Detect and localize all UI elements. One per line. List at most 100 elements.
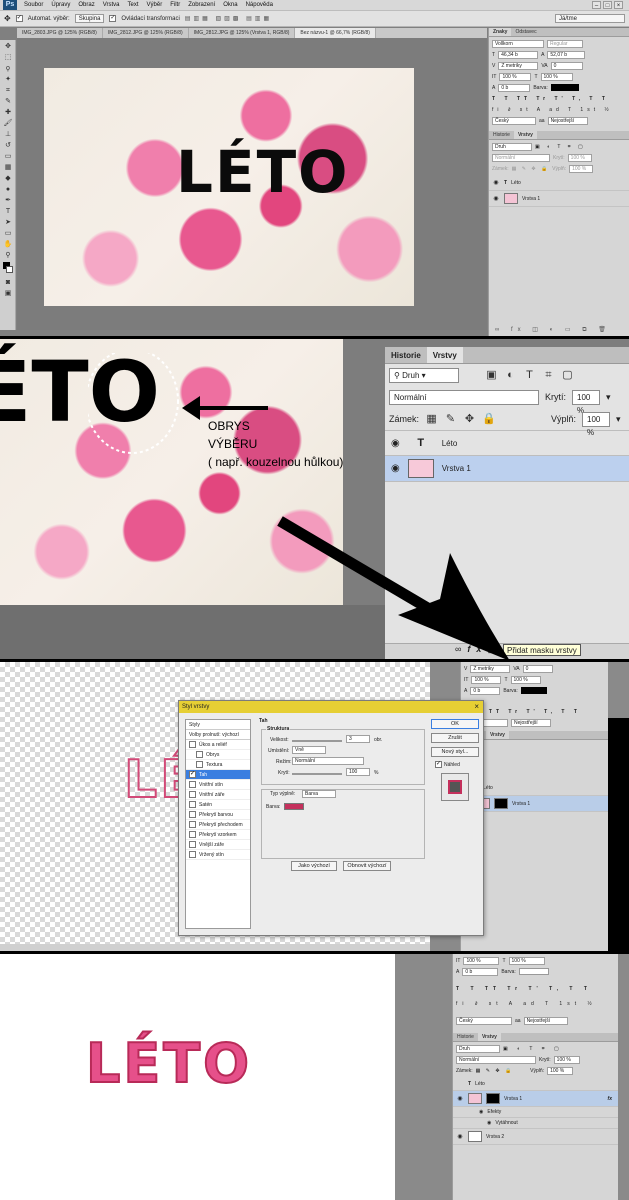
stroke-color-swatch[interactable] — [284, 803, 304, 810]
minimize-icon[interactable]: – — [592, 1, 601, 9]
doc-tab-1[interactable]: IMG_2803.JPG @ 125% (RGB/8) — [17, 28, 103, 38]
effect-checkbox[interactable] — [189, 831, 196, 838]
baseline-field[interactable]: 0 b — [462, 967, 499, 976]
dialog-close-icon[interactable]: × — [474, 701, 479, 713]
opacity-field[interactable]: 100 % — [553, 1055, 580, 1064]
visibility-eye-icon[interactable]: ◉ — [391, 463, 400, 474]
doc-tab-2[interactable]: IMG_2812.JPG @ 125% (RGB/8) — [103, 28, 189, 38]
opentype-icons[interactable]: fi ∂ st A ad T 1st ½ — [456, 1001, 597, 1007]
tracking-field[interactable]: Z metriky — [470, 664, 511, 673]
menu-select[interactable]: Výběr — [143, 2, 167, 8]
canvas-text-leto[interactable]: LÉTO — [176, 138, 349, 206]
menu-window[interactable]: Okna — [219, 2, 241, 8]
eraser-icon[interactable]: ▭ — [2, 152, 14, 161]
visibility-eye-icon[interactable]: ◉ — [456, 1133, 464, 1140]
visibility-eye-icon[interactable]: ◉ — [492, 179, 500, 186]
text-color-swatch[interactable] — [550, 84, 579, 91]
stamp-icon[interactable]: ⊥ — [2, 130, 14, 139]
hand-icon[interactable]: ✋ — [2, 240, 14, 249]
menu-filter[interactable]: Filtr — [166, 2, 184, 8]
lock-all-icon[interactable]: 🔒 — [482, 413, 496, 426]
lock-icons[interactable]: ▦ ✎ ✥ 🔒 — [512, 166, 550, 172]
effects-eye-icon[interactable]: ◉ — [479, 1109, 483, 1115]
move-tool-icon[interactable]: ✥ — [4, 14, 11, 23]
effect-item-outer-glow[interactable]: Vnější záře — [186, 840, 250, 850]
opacity-field[interactable]: 100 % — [567, 153, 592, 162]
position-select[interactable]: Vně — [292, 746, 326, 754]
stroke-eye-icon[interactable]: ◉ — [487, 1120, 491, 1126]
menu-layer[interactable]: Vrstva — [99, 2, 124, 8]
doc-tab-3[interactable]: IMG_2812.JPG @ 125% (Vrstva 1, RGB/8) — [189, 28, 296, 38]
effect-item-stroke[interactable]: ✓ Tah — [186, 770, 250, 780]
lasso-icon[interactable]: ϙ — [2, 64, 14, 73]
effect-checkbox[interactable]: ✓ — [189, 771, 196, 778]
white-canvas[interactable]: LÉTO — [0, 954, 395, 1200]
path-select-icon[interactable]: ➤ — [2, 218, 14, 227]
leading-field[interactable]: 52,07 b — [547, 50, 586, 59]
layer-row-vrstva2[interactable]: ◉ Vrstva 2 — [453, 1129, 618, 1145]
fill-field[interactable]: 100 % — [547, 1066, 574, 1075]
filter-type-icon[interactable]: T — [523, 369, 536, 382]
menu-image[interactable]: Obraz — [74, 2, 98, 8]
effect-checkbox[interactable] — [189, 791, 196, 798]
effect-item-inner-glow[interactable]: Vnitřní záře — [186, 790, 250, 800]
layer-row-vrstva1[interactable]: ◉ Vrstva 1 — [489, 191, 629, 207]
filter-icons[interactable]: ▣ ◐ T ⌗ ▢ — [503, 1046, 563, 1052]
filter-pixel-icon[interactable]: ▣ — [485, 369, 498, 382]
effect-checkbox[interactable] — [189, 811, 196, 818]
ok-button[interactable]: OK — [431, 719, 479, 729]
effect-checkbox[interactable] — [189, 841, 196, 848]
magic-wand-icon[interactable]: ✦ — [2, 75, 14, 84]
type-style-icons[interactable]: T T TT Tr T' T, T T — [456, 986, 592, 992]
tracking-field[interactable]: Z metriky — [498, 61, 539, 70]
lock-icons[interactable]: ▦ ✎ ✥ 🔒 — [476, 1068, 514, 1074]
crop-icon[interactable]: ⌗ — [2, 86, 14, 95]
horizontal-scale-field[interactable]: 100 % — [540, 72, 573, 81]
effect-item-contour[interactable]: Obrys — [186, 750, 250, 760]
vertical-scale-field[interactable]: 100 % — [499, 72, 532, 81]
quick-mask-icon[interactable]: ◙ — [2, 278, 14, 287]
pen-icon[interactable]: ✒ — [2, 196, 14, 205]
effect-checkbox[interactable] — [196, 761, 203, 768]
type-style-icons[interactable]: T T TT Tr T' T, T T — [492, 96, 609, 102]
lock-position-icon[interactable]: ✥ — [463, 413, 476, 426]
visibility-eye-icon[interactable]: ◉ — [456, 1095, 464, 1102]
fill-arrow-icon[interactable]: ▾ — [616, 414, 621, 425]
text-color-swatch[interactable] — [520, 687, 547, 694]
color-swatch-icon[interactable] — [2, 262, 14, 276]
layer-filter-select[interactable]: Druh — [456, 1044, 500, 1053]
vertical-scale-field[interactable]: 100 % — [463, 956, 500, 965]
kerning-field[interactable]: 0 — [522, 664, 553, 673]
fill-type-select[interactable]: Barva — [302, 790, 336, 798]
cancel-button[interactable]: Zrušit — [431, 733, 479, 743]
menu-edit[interactable]: Úpravy — [47, 2, 74, 8]
effect-item-color-overlay[interactable]: Překrytí barvou — [186, 810, 250, 820]
effect-checkbox[interactable] — [189, 741, 196, 748]
opacity-field[interactable]: 100 — [346, 768, 370, 776]
tab-layers[interactable]: Vrstvy — [477, 1033, 501, 1041]
blend-mode-select[interactable]: Normální — [389, 389, 539, 405]
effect-checkbox[interactable] — [196, 751, 203, 758]
effect-checkbox[interactable] — [189, 821, 196, 828]
effect-item-gradient-overlay[interactable]: Překrytí přechodem — [186, 820, 250, 830]
menu-type[interactable]: Text — [124, 2, 143, 8]
visibility-eye-icon[interactable]: ◉ — [391, 438, 400, 449]
styles-header[interactable]: Styly — [186, 720, 250, 730]
horizontal-scale-field[interactable]: 100 % — [508, 956, 545, 965]
tab-character[interactable]: Znaky — [489, 28, 512, 36]
eyedropper-icon[interactable]: ✎ — [2, 97, 14, 106]
effect-item-pattern-overlay[interactable]: Překrytí vzorkem — [186, 830, 250, 840]
visibility-eye-icon[interactable]: ◉ — [492, 195, 500, 202]
baseline-field[interactable]: 0 b — [498, 83, 531, 92]
antialias-select[interactable]: Nejostřejší — [511, 718, 551, 727]
brush-icon[interactable]: 🖌 — [2, 119, 14, 128]
screen-mode-icon[interactable]: ▣ — [2, 289, 14, 298]
lock-paint-icon[interactable]: ✎ — [444, 413, 457, 426]
blend-mode-select[interactable]: Normální — [492, 153, 550, 162]
baseline-field[interactable]: 0 b — [470, 686, 501, 695]
blend-options-item[interactable]: Volby prolnutí: výchozí — [186, 730, 250, 740]
gradient-icon[interactable]: ▦ — [2, 163, 14, 172]
filter-smart-icon[interactable]: ▢ — [561, 369, 574, 382]
menu-view[interactable]: Zobrazení — [184, 2, 219, 8]
opacity-slider[interactable] — [292, 773, 342, 775]
